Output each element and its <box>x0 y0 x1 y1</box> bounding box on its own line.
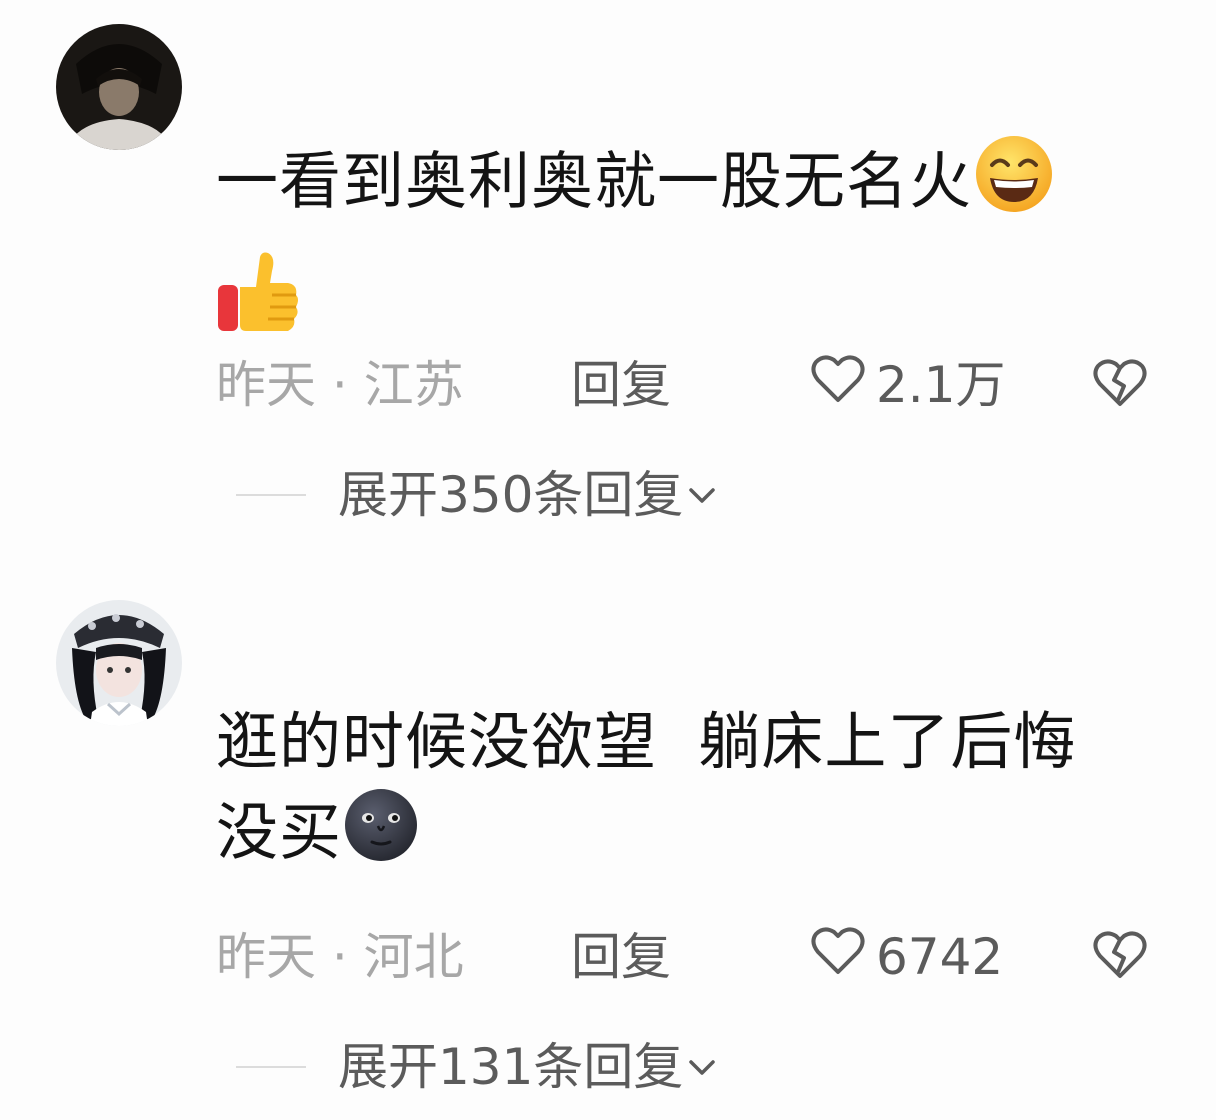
expand-replies-label: 展开350条回复 <box>338 466 684 524</box>
divider <box>236 494 306 496</box>
chevron-down-icon <box>687 486 717 510</box>
broken-heart-icon[interactable] <box>1092 930 1148 992</box>
heart-icon <box>810 926 866 988</box>
broken-heart-icon[interactable] <box>1092 358 1148 420</box>
avatar[interactable] <box>56 24 182 150</box>
avatar[interactable] <box>56 600 182 726</box>
reply-button[interactable]: 回复 <box>571 922 671 992</box>
grinning-squinting-face-emoji <box>972 132 1056 239</box>
time-location: 昨天 · 河北 <box>216 928 464 986</box>
expand-replies[interactable]: 展开131条回复 <box>236 1032 717 1102</box>
like-count: 2.1万 <box>876 356 1006 414</box>
expand-replies-label: 展开131条回复 <box>338 1038 684 1096</box>
time-location: 昨天 · 江苏 <box>216 356 464 414</box>
new-moon-face-emoji <box>342 786 420 887</box>
like-button[interactable]: 2.1万 <box>810 350 1006 420</box>
comment-item: 一看到奥利奥就一股无名火 昨天 · 江苏 回复 2.1万 展开350条回复 <box>0 0 1216 560</box>
comment-body-line1: 逛的时候没欲望 躺床上了后悔 <box>216 705 1077 778</box>
expand-replies[interactable]: 展开350条回复 <box>236 460 717 530</box>
comment-meta: 昨天 · 河北 回复 6742 <box>216 922 1160 992</box>
comment-text: 逛的时候没欲望 躺床上了后悔 没买 <box>216 698 1176 887</box>
heart-icon <box>810 354 866 416</box>
comment-body: 一看到奥利奥就一股无名火 <box>216 144 973 218</box>
like-count: 6742 <box>876 928 1004 986</box>
like-button[interactable]: 6742 <box>810 922 1003 992</box>
reply-button[interactable]: 回复 <box>571 350 671 420</box>
thumbs-up-emoji <box>216 249 300 362</box>
divider <box>236 1066 306 1068</box>
comment-meta: 昨天 · 江苏 回复 2.1万 <box>216 350 1160 420</box>
chevron-down-icon <box>687 1058 717 1082</box>
comment-body-line2: 没买 <box>216 795 343 869</box>
comment-item: 逛的时候没欲望 躺床上了后悔 没买 昨天 · 河北 回复 6742 展开131条… <box>0 560 1216 1120</box>
comment-text: 一看到奥利奥就一股无名火 <box>216 132 1176 362</box>
comment-list: 一看到奥利奥就一股无名火 昨天 · 江苏 回复 2.1万 展开350条回复 逛的… <box>0 0 1216 1120</box>
